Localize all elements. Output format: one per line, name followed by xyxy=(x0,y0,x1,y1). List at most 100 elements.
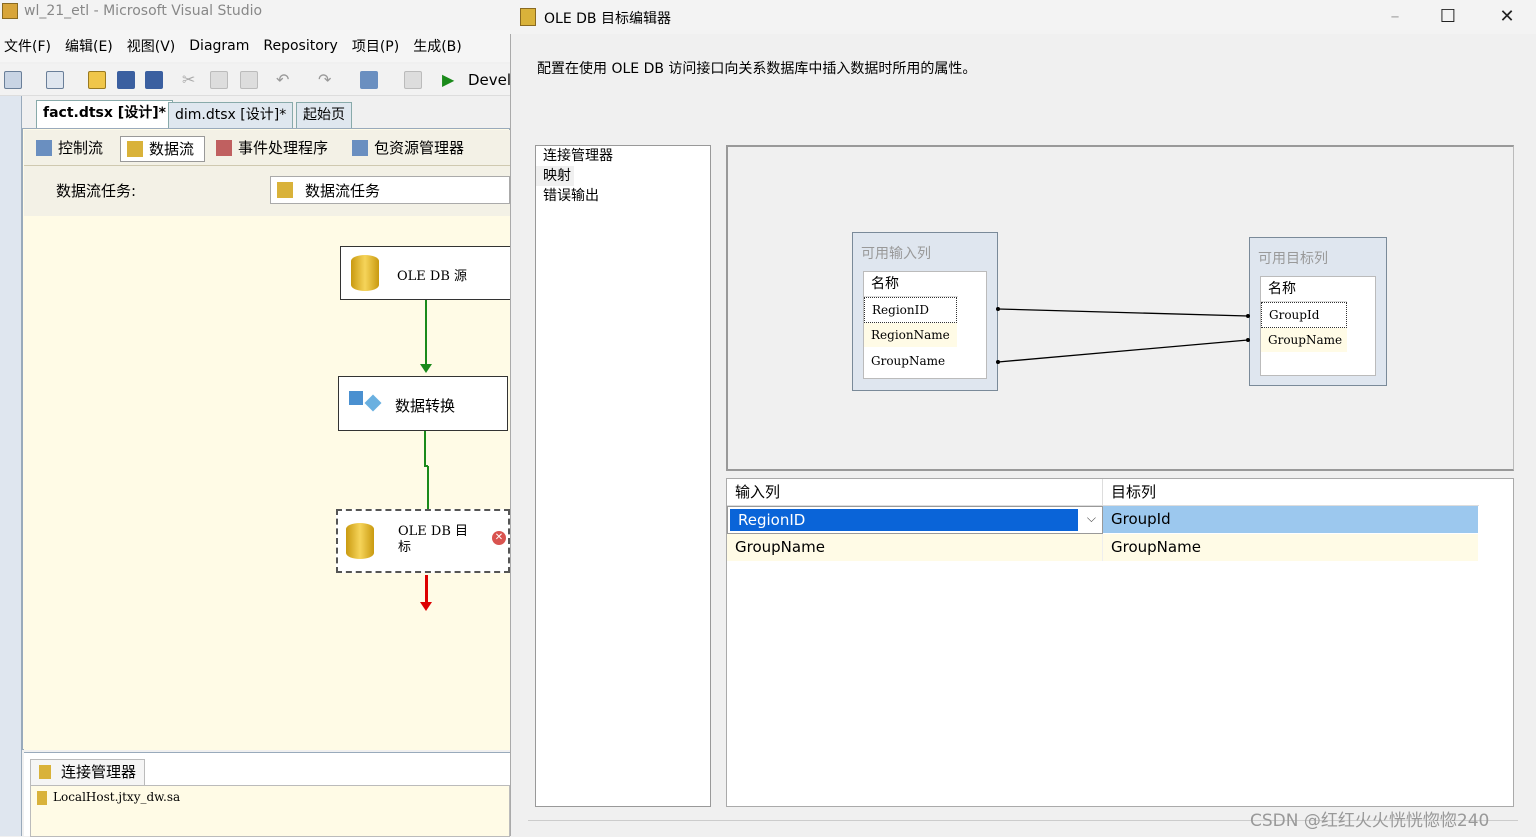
ole-db-destination-label: OLE DB 目 xyxy=(398,524,469,539)
input-column-selected: RegionID xyxy=(730,509,1078,531)
data-conversion-component[interactable]: 数据转换 xyxy=(338,376,508,431)
new-project-icon[interactable] xyxy=(4,71,22,89)
menu-diagram[interactable]: Diagram xyxy=(185,38,259,54)
mapping-endpoint xyxy=(1246,338,1250,342)
save-icon[interactable] xyxy=(117,71,135,89)
vs-window-title: wl_21_etl - Microsoft Visual Studio xyxy=(24,3,263,19)
nav-item-error-output[interactable]: 错误输出 xyxy=(536,186,710,206)
connection-icon xyxy=(39,765,51,779)
nav-item-mappings[interactable]: 映射 xyxy=(536,166,574,186)
ole-db-destination-label-2: 标 xyxy=(398,540,412,555)
editor-nav-list: 连接管理器 映射 错误输出 xyxy=(535,145,711,807)
database-icon xyxy=(351,255,379,291)
nav-item-connection-manager[interactable]: 连接管理器 xyxy=(536,146,710,166)
menu-view[interactable]: 视图(V) xyxy=(123,36,186,56)
grid-header-destination-column[interactable]: 目标列 xyxy=(1103,479,1479,506)
navigate-icon[interactable] xyxy=(360,71,378,89)
mapping-lines xyxy=(996,307,1250,364)
connection-icon xyxy=(37,791,47,805)
find-icon[interactable] xyxy=(404,71,422,89)
menu-file[interactable]: 文件(F) xyxy=(0,36,61,56)
destination-column-cell[interactable]: GroupName xyxy=(1103,534,1478,561)
mapping-line[interactable] xyxy=(997,339,1249,363)
mapping-grid: 输入列 目标列 RegionID ⌵ GroupId GroupName Gro… xyxy=(726,478,1514,807)
undo-icon[interactable]: ↶ xyxy=(276,71,294,89)
error-arrow-icon xyxy=(420,602,432,611)
transform-icon xyxy=(349,391,363,405)
ole-db-destination-component[interactable]: OLE DB 目 标 ✕ xyxy=(336,509,510,573)
visual-studio-icon xyxy=(2,3,18,19)
tab-connection-managers[interactable]: 连接管理器 xyxy=(30,759,146,785)
watermark: CSDN @红红火火恍恍惚惚240 xyxy=(1250,811,1490,831)
destination-column-cell[interactable]: GroupId xyxy=(1103,506,1478,533)
vs-title-bar: wl_21_etl - Microsoft Visual Studio xyxy=(0,0,510,30)
save-all-icon[interactable] xyxy=(145,71,163,89)
mapping-endpoint xyxy=(996,307,1000,311)
connection-item-label: LocalHost.jtxy_dw.sa xyxy=(53,790,181,804)
connection-managers-pane: 连接管理器 LocalHost.jtxy_dw.sa xyxy=(24,752,510,837)
toolbox-side-strip[interactable] xyxy=(0,96,22,836)
tab-control-flow-label: 控制流 xyxy=(58,139,104,157)
data-flow-task-value: 数据流任务 xyxy=(305,182,381,200)
vs-menu-bar: 文件(F) 编辑(E) 视图(V) Diagram Repository 项目(… xyxy=(0,30,510,62)
error-icon: ✕ xyxy=(492,531,506,545)
dialog-title-bar: OLE DB 目标编辑器 – ☐ ✕ xyxy=(510,0,1536,34)
input-column-dropdown[interactable]: RegionID ⌵ xyxy=(727,506,1103,534)
menu-project[interactable]: 项目(P) xyxy=(348,36,409,56)
transform-diamond-icon xyxy=(364,394,382,412)
chevron-down-icon[interactable]: ⌵ xyxy=(1087,511,1096,526)
tab-data-flow-label: 数据流 xyxy=(149,140,195,158)
tab-package-explorer-label: 包资源管理器 xyxy=(374,139,465,157)
document-tabs: fact.dtsx [设计]* dim.dtsx [设计]* 起始页 xyxy=(22,100,510,128)
column-mapping-canvas[interactable]: 可用输入列 名称 RegionID RegionName GroupName 可… xyxy=(726,145,1514,471)
tab-dim-dtsx[interactable]: dim.dtsx [设计]* xyxy=(168,102,294,128)
data-flow-task-row: 数据流任务: 数据流任务 xyxy=(24,166,510,216)
data-flow-canvas[interactable]: OLE DB 源 数据转换 OLE DB 目 标 ✕ xyxy=(24,216,510,750)
mapping-endpoint xyxy=(1246,314,1250,318)
tab-data-flow[interactable]: 数据流 xyxy=(120,136,206,162)
ole-db-source-label: OLE DB 源 xyxy=(397,269,468,284)
data-flow-icon xyxy=(127,141,143,157)
minimize-icon[interactable]: – xyxy=(1383,6,1407,28)
add-item-icon[interactable] xyxy=(46,71,64,89)
database-icon xyxy=(346,523,374,559)
dialog-description: 配置在使用 OLE DB 访问接口向关系数据库中插入数据时所用的属性。 xyxy=(537,61,977,77)
redo-icon[interactable]: ↷ xyxy=(318,71,336,89)
input-column-cell[interactable]: GroupName xyxy=(727,534,1103,561)
copy-icon[interactable] xyxy=(210,71,228,89)
data-conversion-label: 数据转换 xyxy=(395,397,456,415)
data-flow-task-select[interactable]: 数据流任务 xyxy=(270,176,510,204)
paste-icon[interactable] xyxy=(240,71,258,89)
connection-managers-label: 连接管理器 xyxy=(61,763,137,781)
tab-control-flow[interactable]: 控制流 xyxy=(30,136,103,162)
path-line[interactable] xyxy=(425,300,427,340)
ole-db-destination-icon xyxy=(520,8,536,26)
solution-config-box[interactable]: Devel xyxy=(468,71,511,89)
maximize-icon[interactable]: ☐ xyxy=(1436,6,1460,28)
path-line[interactable] xyxy=(424,431,426,465)
connection-item[interactable]: LocalHost.jtxy_dw.sa xyxy=(35,790,181,805)
path-line[interactable] xyxy=(427,466,429,510)
event-handler-icon xyxy=(216,140,232,156)
ole-db-source-component[interactable]: OLE DB 源 xyxy=(340,246,510,300)
tab-start-page[interactable]: 起始页 xyxy=(296,102,352,128)
path-line[interactable] xyxy=(425,340,427,366)
tab-package-explorer[interactable]: 包资源管理器 xyxy=(346,136,464,162)
mapping-line[interactable] xyxy=(997,308,1249,317)
grid-header-input-column[interactable]: 输入列 xyxy=(727,479,1103,506)
close-icon[interactable]: ✕ xyxy=(1495,6,1519,28)
error-output-line[interactable] xyxy=(425,575,428,605)
control-flow-icon xyxy=(36,140,52,156)
menu-build[interactable]: 生成(B) xyxy=(409,36,472,56)
package-explorer-icon xyxy=(352,140,368,156)
menu-repository[interactable]: Repository xyxy=(259,38,347,54)
vs-toolbar: ✂ ↶ ↷ ▶ Devel xyxy=(0,64,511,96)
cut-icon[interactable]: ✂ xyxy=(182,71,200,89)
menu-edit[interactable]: 编辑(E) xyxy=(61,36,123,56)
tab-event-handlers[interactable]: 事件处理程序 xyxy=(210,136,328,162)
connection-list: LocalHost.jtxy_dw.sa xyxy=(30,785,510,837)
start-debug-icon[interactable]: ▶ xyxy=(442,71,460,89)
open-folder-icon[interactable] xyxy=(88,71,106,89)
data-flow-task-icon xyxy=(277,182,293,198)
tab-fact-dtsx[interactable]: fact.dtsx [设计]* xyxy=(36,100,173,128)
